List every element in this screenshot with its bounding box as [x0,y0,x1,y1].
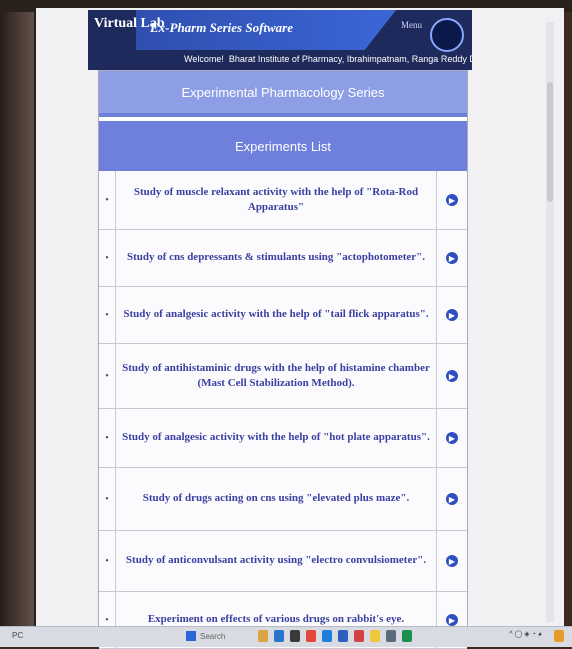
play-arrow-icon[interactable]: ▶ [446,194,458,206]
play-arrow-icon[interactable]: ▶ [446,432,458,444]
series-title: Experimental Pharmacology Series [99,71,467,117]
experiment-title[interactable]: Study of muscle relaxant activity with t… [116,171,437,229]
welcome-line: Welcome! Bharat Institute of Pharmacy, I… [184,54,472,64]
excel-icon[interactable] [402,630,412,642]
taskbar-search[interactable]: Search [200,632,225,641]
play-arrow-icon[interactable]: ▶ [446,309,458,321]
go-button-cell[interactable]: ▶ [437,409,467,467]
go-button-cell[interactable]: ▶ [437,287,467,343]
experiment-title[interactable]: Study of analgesic activity with the hel… [116,287,437,343]
experiment-list: • Study of muscle relaxant activity with … [99,171,467,649]
go-button-cell[interactable]: ▶ [437,344,467,408]
menu-link[interactable]: Menu [401,20,422,30]
row-bullet: • [99,409,116,467]
experiment-title[interactable]: Study of anticonvulsant activity using "… [116,531,437,591]
experiment-row[interactable]: • Study of cns depressants & stimulants u… [99,230,467,287]
row-bullet: • [99,468,116,530]
scrollbar-thumb[interactable] [547,82,553,202]
play-arrow-icon[interactable]: ▶ [446,614,458,626]
row-bullet: • [99,287,116,343]
institute-logo-icon [430,18,464,52]
play-arrow-icon[interactable]: ▶ [446,252,458,264]
store-icon[interactable] [290,630,300,642]
system-tray[interactable]: ^ ◯ ◈ ◔ ◕ [509,630,542,638]
start-icon[interactable] [186,631,196,641]
app-header: Virtual Lab Ex-Pharm Series Software Men… [88,10,472,70]
app-title: Ex-Pharm Series Software [150,20,294,35]
experiment-row[interactable]: • Study of anticonvulsant activity using … [99,531,467,592]
row-bullet: • [99,344,116,408]
institute-name: Bharat Institute of Pharmacy, Ibrahimpat… [228,54,472,64]
chrome-icon[interactable] [306,630,316,642]
experiment-row[interactable]: • Study of analgesic activity with the he… [99,409,467,468]
go-button-cell[interactable]: ▶ [437,531,467,591]
play-arrow-icon[interactable]: ▶ [446,493,458,505]
experiment-row[interactable]: • Study of analgesic activity with the he… [99,287,467,344]
taskbar-apps [258,630,412,642]
experiment-title[interactable]: Study of analgesic activity with the hel… [116,409,437,467]
welcome-label: Welcome! [184,54,224,64]
row-bullet: • [99,171,116,229]
experiment-title[interactable]: Study of antihistaminic drugs with the h… [116,344,437,408]
file-explorer-icon[interactable] [258,630,268,642]
go-button-cell[interactable]: ▶ [437,171,467,229]
experiment-row[interactable]: • Study of antihistaminic drugs with the … [99,344,467,409]
page-scrollbar[interactable] [546,22,554,622]
list-title: Experiments List [99,121,467,171]
settings-icon[interactable] [386,630,396,642]
go-button-cell[interactable]: ▶ [437,468,467,530]
word-icon[interactable] [338,630,348,642]
experiment-title[interactable]: Study of cns depressants & stimulants us… [116,230,437,286]
row-bullet: • [99,230,116,286]
notification-icon[interactable] [554,630,564,642]
experiment-row[interactable]: • Study of drugs acting on cns using "ele… [99,468,467,531]
pdf-icon[interactable] [354,630,364,642]
play-arrow-icon[interactable]: ▶ [446,370,458,382]
experiments-panel: Experimental Pharmacology Series Experim… [98,70,468,649]
play-arrow-icon[interactable]: ▶ [446,555,458,567]
experiment-title[interactable]: Study of drugs acting on cns using "elev… [116,468,437,530]
go-button-cell[interactable]: ▶ [437,230,467,286]
row-bullet: • [99,531,116,591]
experiment-row[interactable]: • Study of muscle relaxant activity with … [99,171,467,230]
folder-icon[interactable] [370,630,380,642]
edge-icon[interactable] [274,630,284,642]
taskbar-left-label: PC [12,631,24,640]
windows-taskbar: PC Search ^ ◯ ◈ ◔ ◕ [0,626,572,647]
app-icon[interactable] [322,630,332,642]
